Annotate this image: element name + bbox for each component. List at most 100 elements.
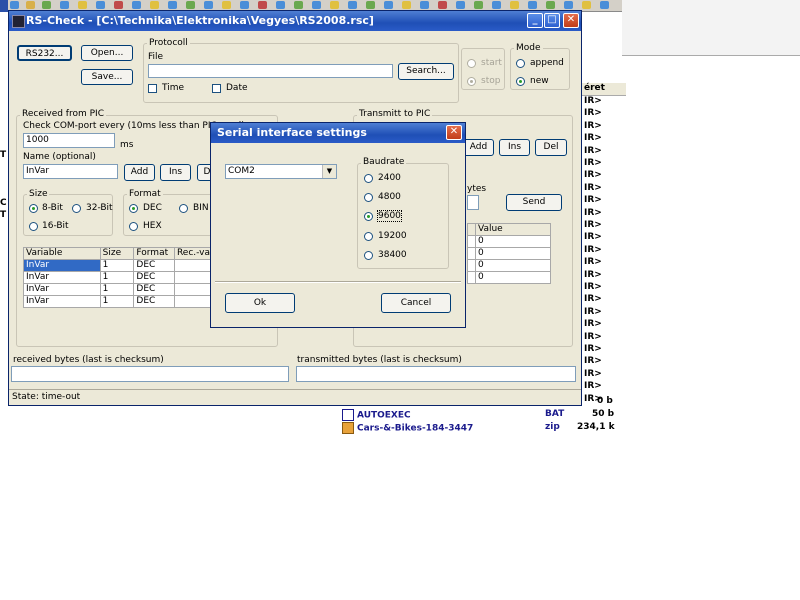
cell-variable[interactable]: InVar: [23, 295, 101, 308]
toolbar-icon[interactable]: [60, 1, 69, 9]
toolbar-icon[interactable]: [132, 1, 141, 9]
directory-entry[interactable]: IR>: [584, 107, 602, 119]
directory-entry[interactable]: IR>: [584, 355, 602, 367]
append-radio[interactable]: [516, 59, 525, 68]
size-32bit-radio[interactable]: [72, 204, 81, 213]
directory-entry[interactable]: IR>: [584, 231, 602, 243]
cell-variable[interactable]: InVar: [23, 271, 101, 284]
column-rec-value[interactable]: Rec.-va: [173, 247, 214, 260]
transmit-ins-button[interactable]: Ins: [499, 139, 530, 156]
save-button[interactable]: Save...: [81, 69, 133, 85]
cell-format[interactable]: DEC: [133, 295, 175, 308]
cell-format[interactable]: DEC: [133, 259, 175, 272]
table-row[interactable]: 0: [467, 259, 551, 272]
baud-2400-radio[interactable]: [364, 174, 373, 183]
interval-input[interactable]: 1000: [23, 133, 115, 148]
ok-button[interactable]: Ok: [225, 293, 295, 313]
directory-entry[interactable]: IR>: [584, 343, 602, 355]
cancel-button[interactable]: Cancel: [381, 293, 451, 313]
file-row-name[interactable]: AUTOEXEC: [342, 409, 411, 421]
rs232-button[interactable]: RS232...: [17, 45, 72, 61]
directory-entry[interactable]: IR>: [584, 256, 602, 268]
toolbar-icon[interactable]: [150, 1, 159, 9]
maximize-button[interactable]: □: [544, 13, 560, 28]
cell-value[interactable]: [173, 259, 214, 272]
toolbar-icon[interactable]: [258, 1, 267, 9]
toolbar-icon[interactable]: [204, 1, 213, 9]
cell-variable[interactable]: InVar: [23, 259, 101, 272]
chevron-down-icon[interactable]: ▼: [322, 165, 336, 178]
dialog-close-button[interactable]: ✕: [446, 125, 462, 140]
open-button[interactable]: Open...: [81, 45, 133, 61]
baud-38400-radio[interactable]: [364, 251, 373, 260]
toolbar-icon[interactable]: [168, 1, 177, 9]
toolbar-icon[interactable]: [240, 1, 249, 9]
directory-entry[interactable]: IR>: [584, 380, 602, 392]
directory-entry[interactable]: IR>: [584, 281, 602, 293]
toolbar-icon[interactable]: [10, 1, 19, 9]
send-button[interactable]: Send: [506, 194, 562, 211]
toolbar-icon[interactable]: [96, 1, 105, 9]
directory-entry[interactable]: IR>: [584, 331, 602, 343]
toolbar-icon[interactable]: [546, 1, 555, 9]
directory-entry[interactable]: IR>: [584, 318, 602, 330]
toolbar-icon[interactable]: [330, 1, 339, 9]
close-button[interactable]: ✕: [563, 13, 579, 28]
received-bytes-field[interactable]: [11, 366, 289, 382]
toolbar-icon[interactable]: [366, 1, 375, 9]
cell-value[interactable]: [173, 271, 214, 284]
baud-9600-radio[interactable]: [364, 212, 373, 221]
toolbar-icon[interactable]: [456, 1, 465, 9]
cell-size[interactable]: 1: [99, 271, 135, 284]
file-path-input[interactable]: [148, 64, 393, 78]
toolbar-icon[interactable]: [276, 1, 285, 9]
table-row[interactable]: InVar 1 DEC: [23, 295, 214, 308]
size-8bit-radio[interactable]: [29, 204, 38, 213]
baud-4800-radio[interactable]: [364, 193, 373, 202]
cell-variable[interactable]: InVar: [23, 283, 101, 296]
toolbar-icon[interactable]: [186, 1, 195, 9]
directory-entry[interactable]: IR>: [584, 244, 602, 256]
search-button[interactable]: Search...: [398, 63, 454, 80]
directory-entry[interactable]: IR>: [584, 182, 602, 194]
start-radio[interactable]: [467, 59, 476, 68]
toolbar-icon[interactable]: [348, 1, 357, 9]
directory-entry[interactable]: IR>: [584, 95, 602, 107]
new-radio[interactable]: [516, 77, 525, 86]
toolbar-icon[interactable]: [582, 1, 591, 9]
cell-value[interactable]: 0: [475, 235, 551, 248]
directory-entry[interactable]: IR>: [584, 368, 602, 380]
transmit-bytes-input[interactable]: [467, 195, 479, 210]
toolbar-icon[interactable]: [474, 1, 483, 9]
toolbar-icon[interactable]: [528, 1, 537, 9]
toolbar-icon[interactable]: [564, 1, 573, 9]
baud-19200-radio[interactable]: [364, 232, 373, 241]
cell-value[interactable]: 0: [475, 259, 551, 272]
column-variable[interactable]: Variable: [23, 247, 101, 260]
toolbar-icon[interactable]: [510, 1, 519, 9]
directory-entry[interactable]: IR>: [584, 293, 602, 305]
table-row[interactable]: InVar 1 DEC: [23, 271, 214, 284]
stop-radio[interactable]: [467, 77, 476, 86]
transmitted-bytes-field[interactable]: [296, 366, 576, 382]
directory-entry[interactable]: IR>: [584, 269, 602, 281]
cell-size[interactable]: 1: [99, 259, 135, 272]
column-size[interactable]: Size: [99, 247, 135, 260]
time-checkbox[interactable]: [148, 84, 157, 93]
column-value[interactable]: Value: [475, 223, 551, 236]
name-input[interactable]: InVar: [23, 164, 118, 179]
date-checkbox[interactable]: [212, 84, 221, 93]
toolbar-icon[interactable]: [384, 1, 393, 9]
directory-entry[interactable]: IR>: [584, 207, 602, 219]
directory-entry[interactable]: IR>: [584, 145, 602, 157]
received-add-button[interactable]: Add: [124, 164, 155, 181]
transmit-add-button[interactable]: Add: [463, 139, 494, 156]
format-hex-radio[interactable]: [129, 222, 138, 231]
directory-entry[interactable]: IR>: [584, 194, 602, 206]
main-titlebar[interactable]: RS-Check - [C:\Technika\Elektronika\Vegy…: [9, 11, 581, 31]
transmit-values-table[interactable]: Value 0 0 0 0: [467, 223, 551, 284]
received-ins-button[interactable]: Ins: [160, 164, 191, 181]
table-row[interactable]: InVar 1 DEC: [23, 259, 214, 272]
directory-entry[interactable]: IR>: [584, 219, 602, 231]
dialog-titlebar[interactable]: Serial interface settings ✕: [211, 123, 465, 143]
